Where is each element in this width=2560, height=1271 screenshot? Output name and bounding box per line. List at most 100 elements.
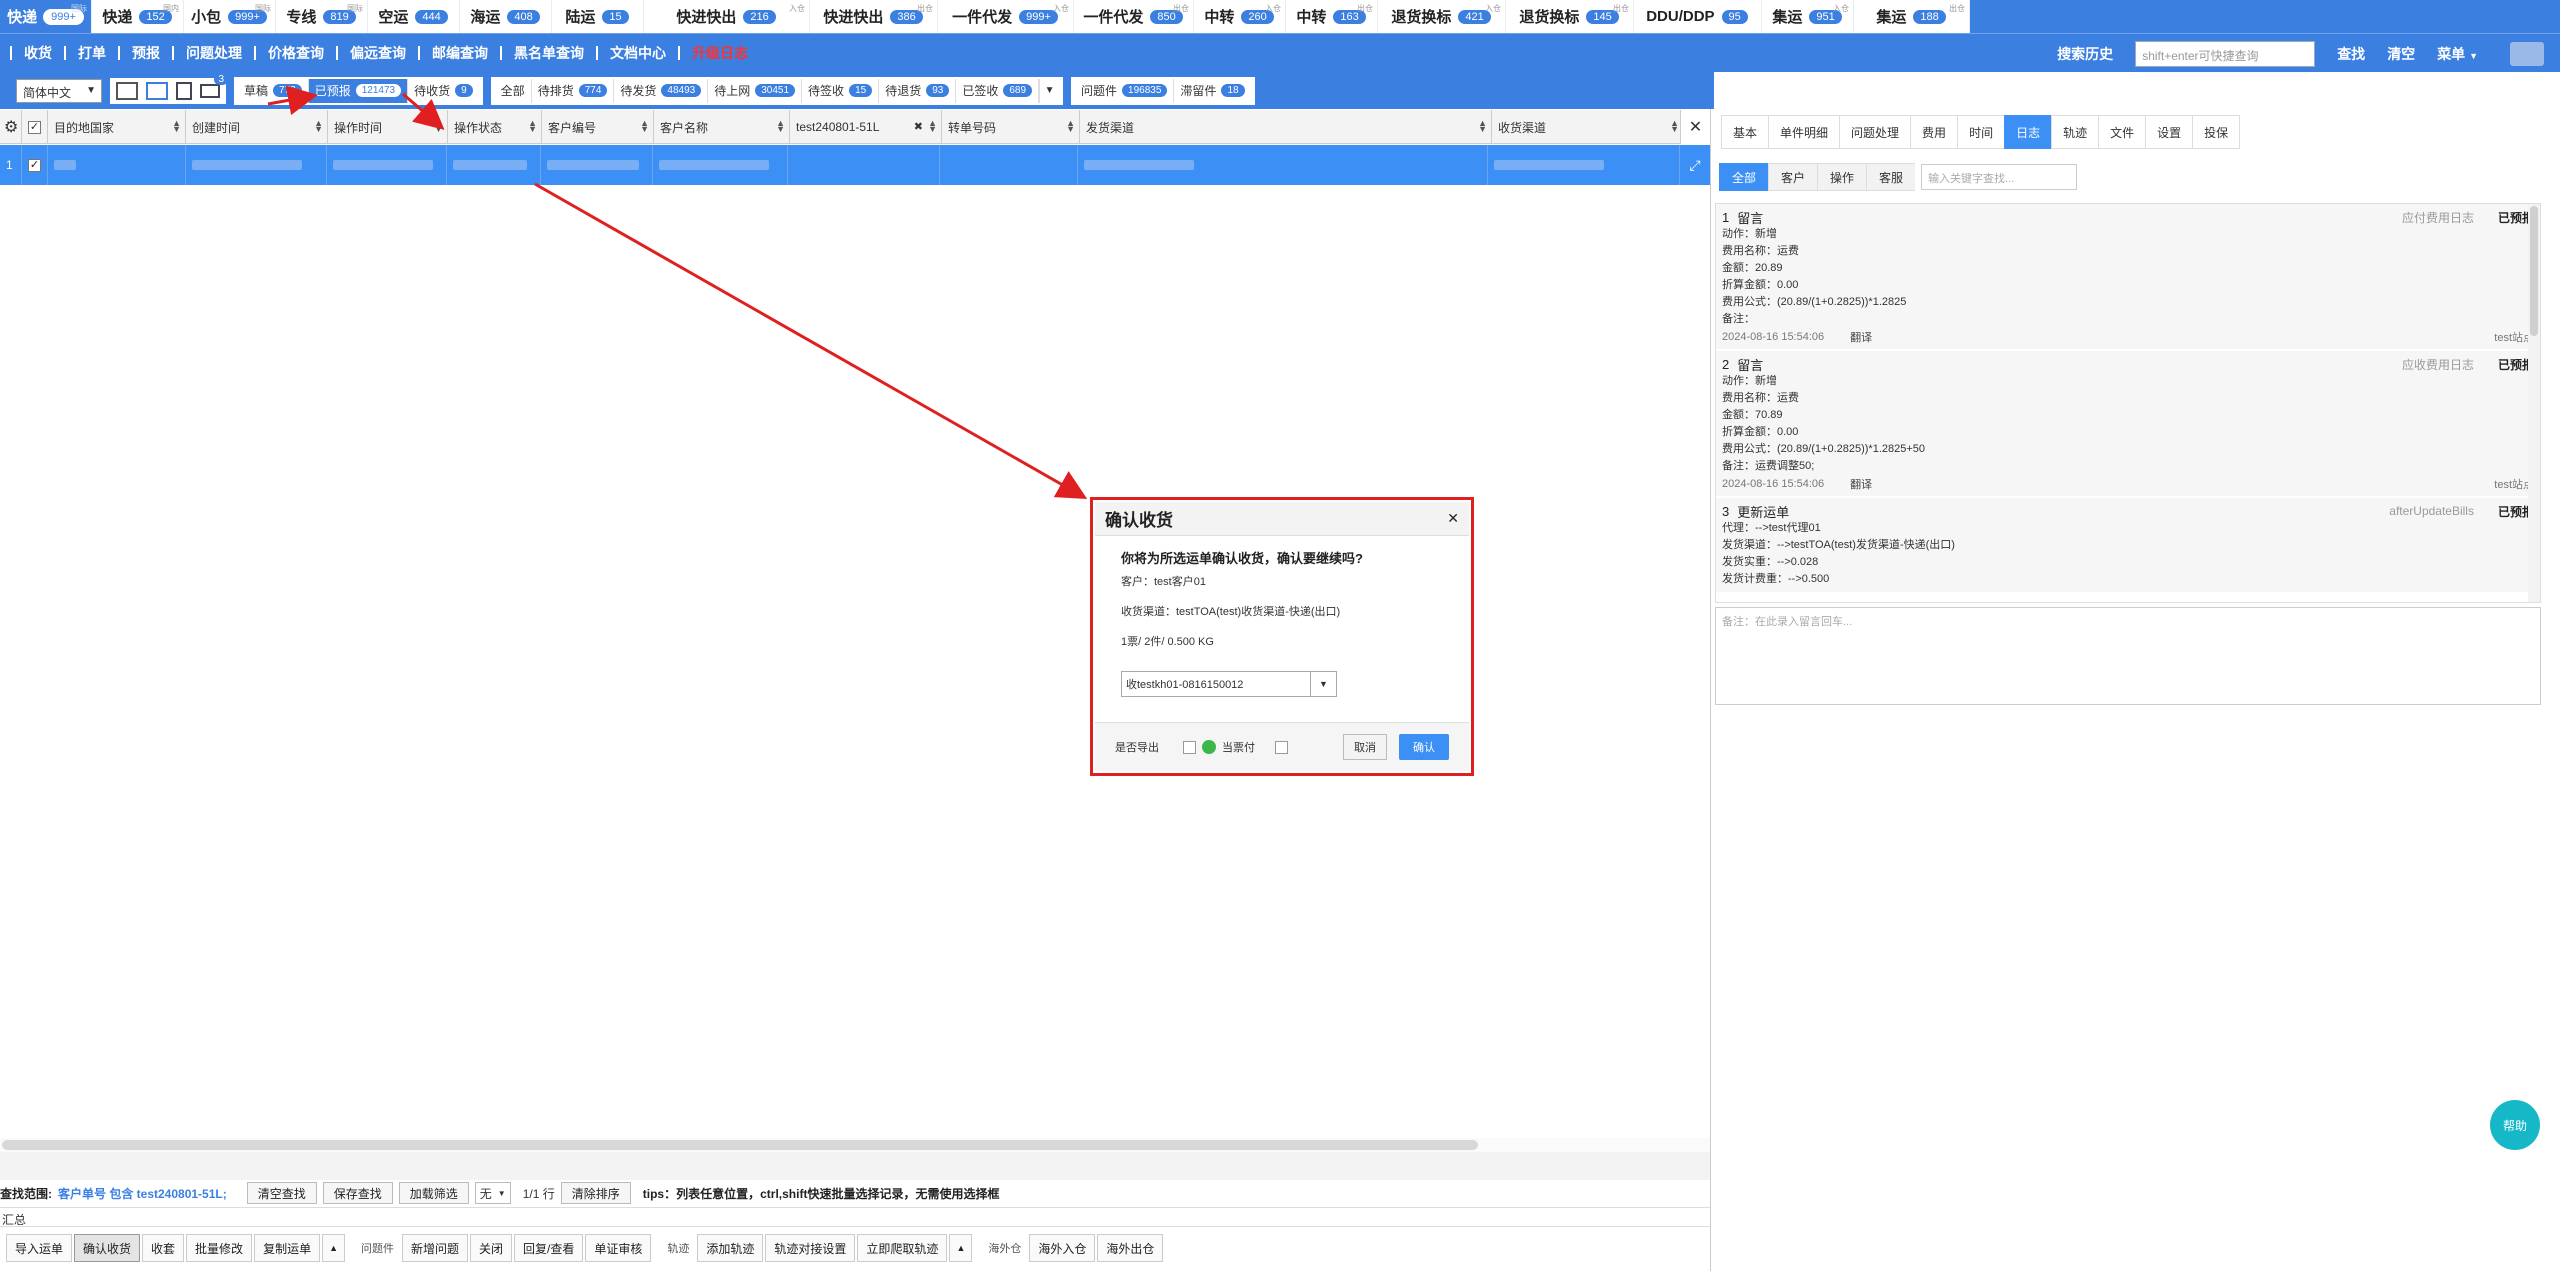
action-button[interactable]: 关闭	[470, 1234, 513, 1262]
sort-icon[interactable]: ▲ ▼	[776, 119, 785, 134]
action-button[interactable]: 添加轨迹	[697, 1234, 764, 1262]
detail-tab[interactable]: 费用	[1910, 115, 1958, 149]
menu-button[interactable]: 菜单 ▼	[2437, 44, 2478, 64]
top-tab[interactable]: 专线 819 国际	[276, 0, 368, 33]
top-tab[interactable]: DDU/DDP 95	[1634, 0, 1762, 33]
action-button[interactable]: 立即爬取轨迹	[857, 1234, 948, 1262]
scrollbar-thumb[interactable]	[2, 1140, 1478, 1150]
log-keyword-input[interactable]: 输入关键字查找...	[1921, 164, 2078, 190]
column-header[interactable]: 目的地国家 ▲ ▼	[48, 110, 186, 144]
chevron-down-icon[interactable]: ▼	[1039, 78, 1059, 103]
sort-icon[interactable]: ▲ ▼	[172, 119, 181, 134]
menu-item[interactable]: 预报	[118, 46, 172, 60]
menu-item[interactable]: 邮编查询	[418, 46, 500, 60]
detail-tab[interactable]: 轨迹	[2051, 115, 2099, 149]
top-tab[interactable]: 集运 188 出仓	[1854, 0, 1970, 33]
top-tab[interactable]: 小包 999+ 国际	[184, 0, 276, 33]
chevron-up-icon[interactable]: ▲	[322, 1234, 345, 1262]
top-tab[interactable]: 中转 260 入仓	[1194, 0, 1286, 33]
detail-tab[interactable]: 单件明细	[1768, 115, 1840, 149]
close-icon[interactable]: ✕	[1447, 510, 1459, 527]
detail-tab[interactable]: 基本	[1721, 115, 1769, 149]
action-button[interactable]: 复制运单	[254, 1234, 321, 1262]
remark-input[interactable]: 备注：在此录入留言回车...	[1715, 607, 2541, 705]
sort-icon[interactable]: ▲ ▼	[528, 119, 537, 134]
action-button[interactable]: 批量修改	[186, 1234, 253, 1262]
export-checkbox[interactable]	[1183, 740, 1196, 754]
row-checkbox[interactable]: ✓	[22, 145, 48, 185]
detail-tab[interactable]: 日志	[2004, 115, 2052, 149]
menu-item[interactable]: 黑名单查询	[500, 46, 596, 60]
detail-tab[interactable]: 设置	[2145, 115, 2193, 149]
top-tab[interactable]: 空运 444	[368, 0, 460, 33]
document-icon[interactable]	[176, 81, 192, 100]
expand-icon[interactable]: ⤢	[1680, 145, 1710, 185]
sort-icon[interactable]: ▲ ▼	[928, 119, 937, 134]
detail-tab[interactable]: 投保	[2192, 115, 2241, 149]
status-filter[interactable]: 待排货 774	[532, 78, 615, 103]
status-filter[interactable]: 已签收 689	[956, 78, 1040, 103]
top-tab[interactable]: 一件代发 850 出仓	[1074, 0, 1194, 33]
table-row[interactable]: 1 ✓	[0, 145, 1680, 185]
status-filter[interactable]: 待退货 93	[879, 78, 957, 103]
select-all-checkbox[interactable]: ✓	[22, 110, 48, 144]
top-tab[interactable]: 一件代发 999+ 入仓	[938, 0, 1074, 33]
status-filter[interactable]: 待发货 48493	[614, 78, 709, 103]
action-button[interactable]: 轨迹对接设置	[765, 1234, 856, 1262]
status-filter[interactable]: 待收货 9	[408, 79, 479, 103]
action-button[interactable]: 回复/查看	[514, 1234, 584, 1262]
column-header[interactable]: 创建时间 ▲ ▼	[186, 110, 328, 144]
clear-button[interactable]: 清空	[2387, 44, 2415, 64]
top-tab[interactable]: 退货换标 145 出仓	[1506, 0, 1634, 33]
help-button[interactable]: 帮助	[2490, 1100, 2540, 1150]
sort-icon[interactable]: ▲ ▼	[1066, 119, 1075, 134]
user-avatar[interactable]	[2510, 41, 2544, 66]
cancel-button[interactable]: 取消	[1343, 734, 1387, 760]
action-button[interactable]: 海外出仓	[1097, 1234, 1164, 1262]
sort-icon[interactable]: ▲ ▼	[434, 119, 443, 134]
status-filter[interactable]: 草稿 772	[238, 78, 309, 103]
top-tab[interactable]: 退货换标 421 入仓	[1378, 0, 1506, 33]
card-view-icon[interactable]	[146, 81, 168, 100]
upgrade-log-link[interactable]: 升级日志	[678, 46, 760, 60]
current-pay-checkbox[interactable]	[1275, 740, 1288, 754]
log-filter-tab[interactable]: 客服	[1866, 163, 1916, 191]
menu-item[interactable]: 文档中心	[596, 46, 678, 60]
detail-tab[interactable]: 文件	[2098, 115, 2146, 149]
translate-link[interactable]: 翻译	[1850, 476, 1872, 492]
top-tab[interactable]: 陆运 15	[552, 0, 644, 33]
top-tab[interactable]: 快进快出 216 入仓	[644, 0, 810, 33]
menu-item[interactable]: 收货	[10, 46, 64, 60]
top-tab[interactable]: 快递 152 国内	[92, 0, 184, 33]
load-filter-button[interactable]: 加载筛选	[398, 1182, 469, 1204]
sort-icon[interactable]: ▲ ▼	[1478, 119, 1487, 134]
clear-filter-icon[interactable]: ✖	[914, 120, 923, 133]
column-header[interactable]: 操作时间 ▲ ▼	[328, 110, 448, 144]
log-filter-tab[interactable]: 全部	[1719, 163, 1769, 191]
detail-tab[interactable]: 问题处理	[1839, 115, 1911, 149]
column-settings-icon[interactable]: ⚙	[0, 110, 22, 144]
filter-select[interactable]: 无 ▼	[474, 1182, 511, 1204]
top-tab[interactable]: 海运 408	[460, 0, 552, 33]
log-filter-tab[interactable]: 操作	[1817, 163, 1867, 191]
top-tab[interactable]: 中转 163 出仓	[1286, 0, 1378, 33]
translate-link[interactable]: 翻译	[1850, 329, 1872, 345]
status-filter[interactable]: 问题件 196835	[1075, 78, 1175, 103]
save-search-button[interactable]: 保存查找	[322, 1182, 393, 1204]
top-tab[interactable]: 集运 951 入仓	[1762, 0, 1854, 33]
column-header[interactable]: 发货渠道 ▲ ▼	[1080, 110, 1492, 144]
column-header[interactable]: 客户名称 ▲ ▼	[654, 110, 790, 144]
action-button[interactable]: 导入运单	[6, 1234, 73, 1262]
column-header[interactable]: 客户编号 ▲ ▼	[542, 110, 654, 144]
log-filter-tab[interactable]: 客户	[1768, 163, 1818, 191]
scrollbar-thumb[interactable]	[2530, 206, 2538, 336]
horizontal-scrollbar[interactable]	[0, 1138, 1710, 1152]
clear-sort-button[interactable]: 清除排序	[560, 1182, 631, 1204]
clear-search-button[interactable]: 清空查找	[246, 1182, 317, 1204]
sort-icon[interactable]: ▲ ▼	[1670, 119, 1679, 134]
confirm-button[interactable]: 确认	[1399, 734, 1449, 760]
chevron-up-icon[interactable]: ▲	[949, 1234, 973, 1262]
column-header[interactable]: test240801-51L ✖ ▲ ▼	[790, 110, 942, 144]
column-header[interactable]: 收货渠道 ▲ ▼	[1492, 110, 1684, 144]
action-button[interactable]: 海外入仓	[1029, 1234, 1096, 1262]
